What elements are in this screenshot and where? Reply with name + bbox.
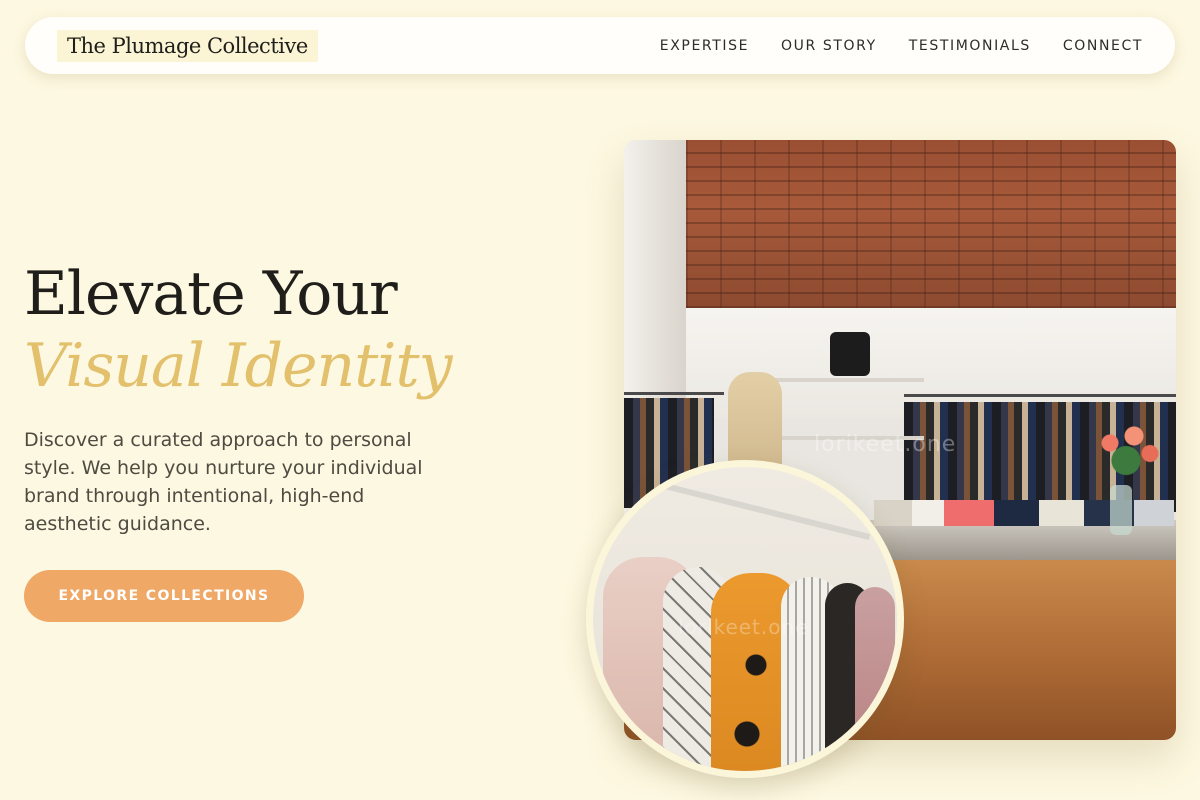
hero-title-line2: Visual Identity [24, 331, 452, 401]
hero-title: Elevate Your Visual Identity [24, 258, 452, 402]
nav-link-expertise[interactable]: EXPERTISE [660, 38, 749, 54]
clothing-rail [904, 394, 1176, 397]
nav-link-our-story[interactable]: OUR STORY [781, 38, 877, 54]
glass-vase [1110, 485, 1132, 535]
flower-bouquet [1086, 415, 1166, 485]
image-watermark: lorikeet.one [814, 432, 957, 457]
brand-logo[interactable]: The Plumage Collective [57, 29, 318, 62]
explore-collections-button[interactable]: EXPLORE COLLECTIONS [24, 570, 304, 622]
hero-description: Discover a curated approach to personal … [24, 429, 423, 535]
clothing-rack-closeup-image: lorikeet.one [586, 460, 904, 778]
hero-title-line1: Elevate Your [24, 259, 398, 329]
brick-wall [686, 140, 1176, 308]
backpack [830, 332, 870, 376]
main-nav: EXPERTISE OUR STORY TESTIMONIALS CONNECT [660, 38, 1143, 54]
top-navbar: The Plumage Collective EXPERTISE OUR STO… [25, 17, 1175, 74]
garment [855, 587, 895, 771]
nav-link-testimonials[interactable]: TESTIMONIALS [909, 38, 1031, 54]
nav-link-connect[interactable]: CONNECT [1063, 38, 1143, 54]
image-watermark: lorikeet.one [678, 615, 809, 639]
display-shelf [774, 378, 924, 382]
clothing-rail [624, 392, 724, 395]
